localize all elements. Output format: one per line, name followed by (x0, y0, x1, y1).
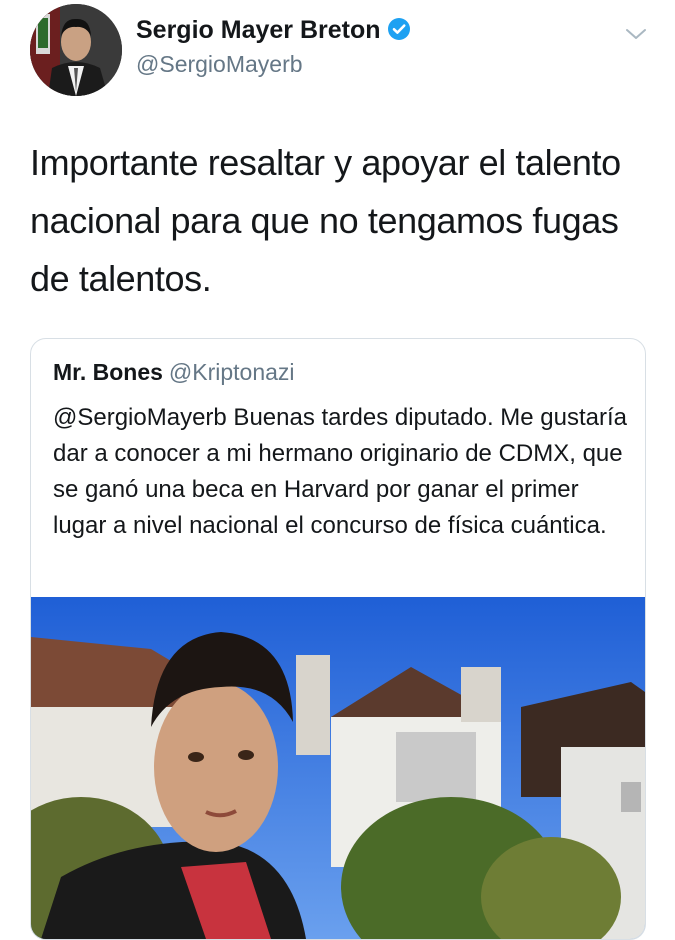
author-display-name[interactable]: Sergio Mayer Breton (136, 16, 411, 45)
quoted-tweet-photo[interactable] (31, 597, 645, 939)
tweet-text: Importante resaltar y apoyar el talento … (30, 142, 621, 299)
quoted-tweet-text: @SergioMayerb Buenas tardes diputado. Me… (53, 404, 628, 539)
author-handle[interactable]: @SergioMayerb (136, 51, 303, 78)
avatar-image (30, 4, 122, 96)
quoted-tweet-header: Mr. Bones @Kriptonazi (53, 359, 295, 386)
chevron-down-icon[interactable] (624, 24, 648, 44)
quoted-tweet-card[interactable]: Mr. Bones @Kriptonazi @SergioMayerb Buena… (30, 338, 646, 940)
quoted-author-name: Mr. Bones (53, 359, 163, 385)
avatar[interactable] (30, 4, 122, 96)
tweet: Sergio Mayer Breton @SergioMayerb Import… (0, 0, 675, 940)
quoted-author-handle: @Kriptonazi (168, 359, 295, 385)
author-name-text[interactable]: Sergio Mayer Breton (136, 16, 381, 44)
verified-badge-icon (387, 18, 410, 40)
